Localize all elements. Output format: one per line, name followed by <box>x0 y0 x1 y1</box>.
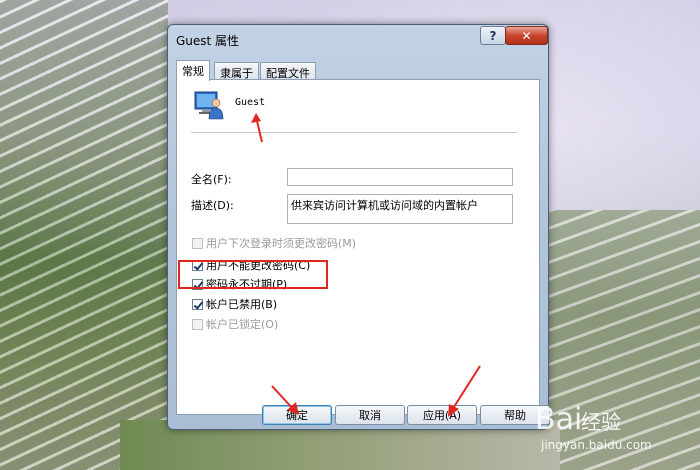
question-icon: ? <box>489 28 497 43</box>
baidu-paw-icon: Bai <box>535 402 583 437</box>
watermark-url: jingyan.baidu.com <box>541 438 652 452</box>
help-button[interactable]: ? <box>480 26 506 45</box>
checkbox-label: 用户下次登录时须更改密码(M) <box>206 237 357 250</box>
checkbox[interactable] <box>192 298 203 310</box>
close-icon: ✕ <box>521 28 532 43</box>
properties-dialog: Guest 属性 ? ✕ 常规 隶属于 配置文件 Guest 全名(F): 描述… <box>167 24 550 430</box>
checkbox-account-locked: 帐户已锁定(O) <box>192 316 278 332</box>
fullname-field[interactable] <box>287 168 513 186</box>
user-account-icon <box>194 91 224 120</box>
checkbox <box>192 318 203 330</box>
arrow-annotation-username <box>251 113 263 143</box>
tab-profile[interactable]: 配置文件 <box>260 62 316 80</box>
tab-general[interactable]: 常规 <box>176 60 210 81</box>
fullname-label: 全名(F): <box>191 173 232 186</box>
cancel-button[interactable]: 取消 <box>335 405 405 425</box>
highlight-box-account-disabled <box>178 260 328 289</box>
tab-member-of[interactable]: 隶属于 <box>214 62 259 80</box>
checkbox-label: 帐户已锁定(O) <box>206 318 279 331</box>
description-field[interactable]: 供来宾访问计算机或访问域的内置帐户 <box>287 194 513 224</box>
watermark-brand: 经验 <box>581 410 621 434</box>
checkbox-label: 帐户已禁用(B) <box>206 298 278 311</box>
user-name: Guest <box>235 97 266 108</box>
checkbox-account-disabled[interactable]: 帐户已禁用(B) <box>192 296 277 312</box>
description-label: 描述(D): <box>191 199 234 212</box>
checkbox[interactable] <box>192 237 203 249</box>
title-bar[interactable]: Guest 属性 ? ✕ <box>168 25 548 53</box>
dialog-button-row: 确定 取消 应用(A) 帮助 <box>168 405 550 427</box>
arrow-annotation-ok <box>271 385 299 415</box>
close-button[interactable]: ✕ <box>505 26 548 45</box>
header-divider <box>191 132 517 133</box>
background-terraces-left <box>0 0 168 470</box>
baidu-jingyan-watermark: Bai 经验 jingyan.baidu.com <box>535 400 695 462</box>
window-title: Guest 属性 <box>176 34 240 48</box>
arrow-annotation-apply <box>448 365 481 417</box>
checkbox-must-change-password[interactable]: 用户下次登录时须更改密码(M) <box>192 235 356 251</box>
